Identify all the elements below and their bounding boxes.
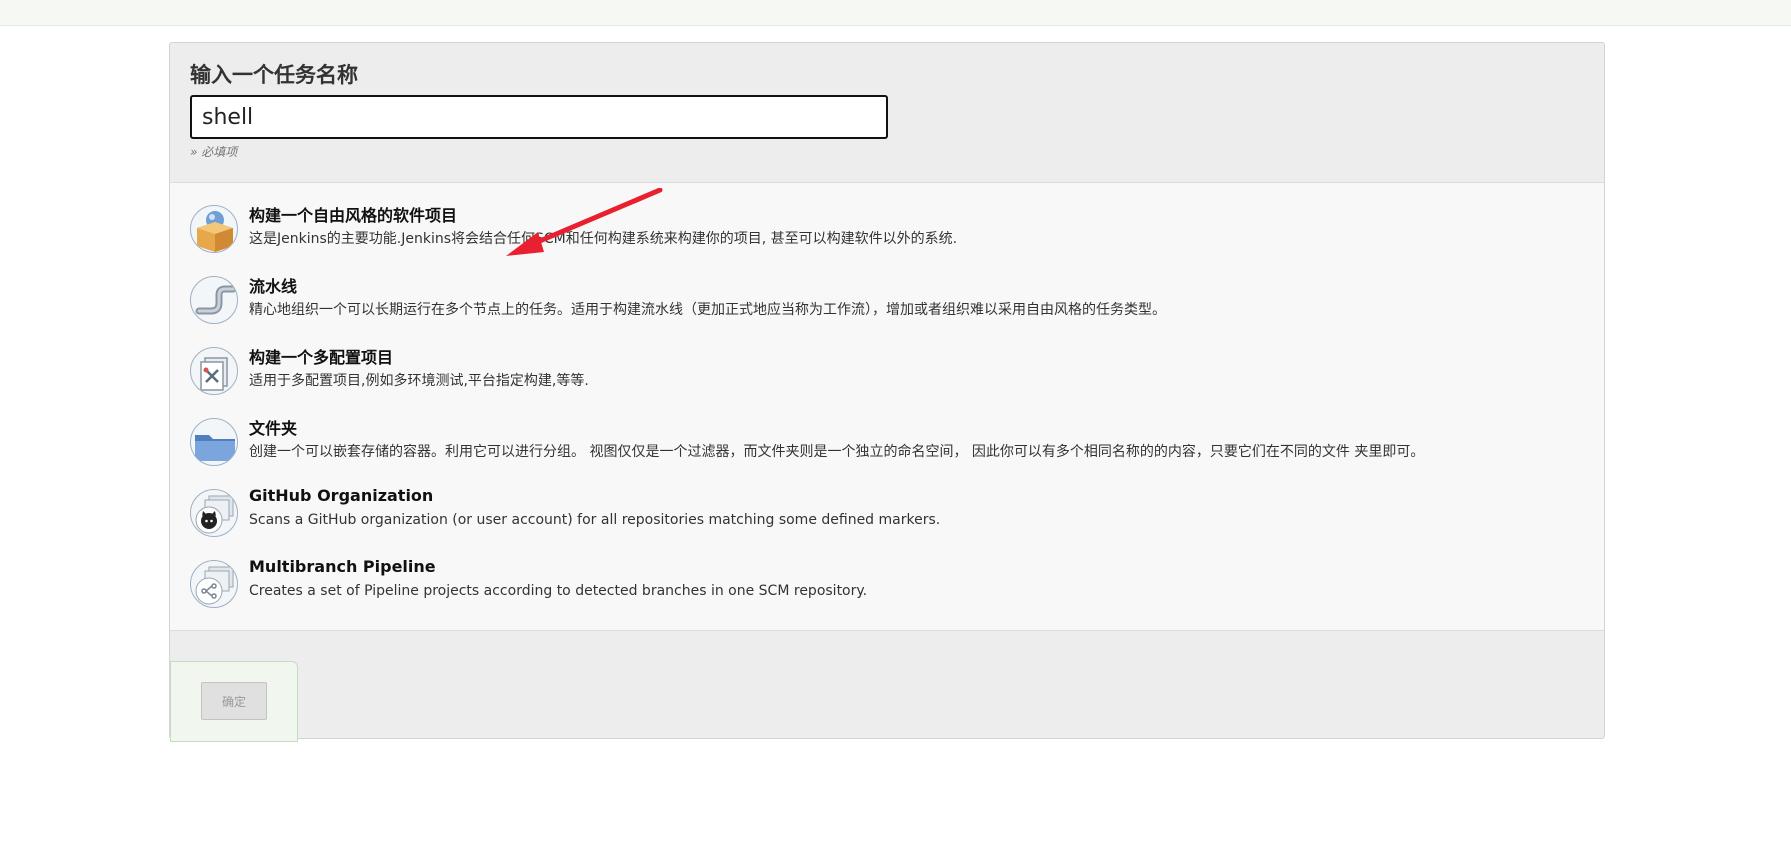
- item-type-pipeline[interactable]: 流水线 精心地组织一个可以长期运行在多个节点上的任务。适用于构建流水线（更加正式…: [190, 272, 1580, 332]
- item-title: 流水线: [249, 277, 298, 296]
- item-type-folder[interactable]: 文件夹 创建一个可以嵌套存储的容器。利用它可以进行分组。 视图仅仅是一个过滤器，…: [190, 414, 1580, 474]
- item-name-label: 输入一个任务名称: [190, 63, 358, 87]
- item-name-section: 输入一个任务名称 » 必填项: [170, 43, 1604, 182]
- item-type-freestyle[interactable]: 构建一个自由风格的软件项目 这是Jenkins的主要功能.Jenkins将会结合…: [190, 201, 1580, 261]
- github-organization-icon: [190, 489, 238, 537]
- required-note: » 必填项: [190, 145, 238, 159]
- item-description: 这是Jenkins的主要功能.Jenkins将会结合任何SCM和任何构建系统来构…: [249, 231, 958, 247]
- new-item-panel: 输入一个任务名称 » 必填项 构建一个自由风格的软件项目 这是Jenkins的主…: [169, 42, 1605, 742]
- item-title: 构建一个多配置项目: [249, 348, 394, 367]
- top-bar: [0, 0, 1791, 26]
- item-title: 构建一个自由风格的软件项目: [249, 206, 458, 225]
- item-description: 适用于多配置项目,例如多环境测试,平台指定构建,等等.: [249, 373, 589, 389]
- item-description: 创建一个可以嵌套存储的容器。利用它可以进行分组。 视图仅仅是一个过滤器，而文件夹…: [249, 444, 1425, 460]
- item-description: 精心地组织一个可以长期运行在多个节点上的任务。适用于构建流水线（更加正式地应当称…: [249, 302, 1166, 318]
- item-title: GitHub Organization: [249, 486, 434, 505]
- footer-section: 确定: [170, 631, 1604, 742]
- folder-icon: [190, 418, 238, 466]
- ok-button[interactable]: 确定: [201, 682, 267, 720]
- item-title: Multibranch Pipeline: [249, 557, 436, 576]
- item-type-list: 构建一个自由风格的软件项目 这是Jenkins的主要功能.Jenkins将会结合…: [170, 182, 1604, 631]
- multi-config-icon: [190, 347, 238, 395]
- item-type-multi-config[interactable]: 构建一个多配置项目 适用于多配置项目,例如多环境测试,平台指定构建,等等.: [190, 343, 1580, 403]
- freestyle-package-icon: [190, 205, 238, 253]
- item-type-github-organization[interactable]: GitHub Organization Scans a GitHub organ…: [190, 485, 1580, 545]
- item-description: Creates a set of Pipeline projects accor…: [249, 583, 868, 599]
- multibranch-pipeline-icon: [190, 560, 238, 608]
- pipeline-icon: [190, 276, 238, 324]
- item-description: Scans a GitHub organization (or user acc…: [249, 512, 941, 528]
- item-name-input[interactable]: [190, 95, 888, 139]
- ok-button-container: 确定: [170, 661, 298, 742]
- item-type-multibranch-pipeline[interactable]: Multibranch Pipeline Creates a set of Pi…: [190, 556, 1580, 616]
- item-title: 文件夹: [249, 419, 298, 438]
